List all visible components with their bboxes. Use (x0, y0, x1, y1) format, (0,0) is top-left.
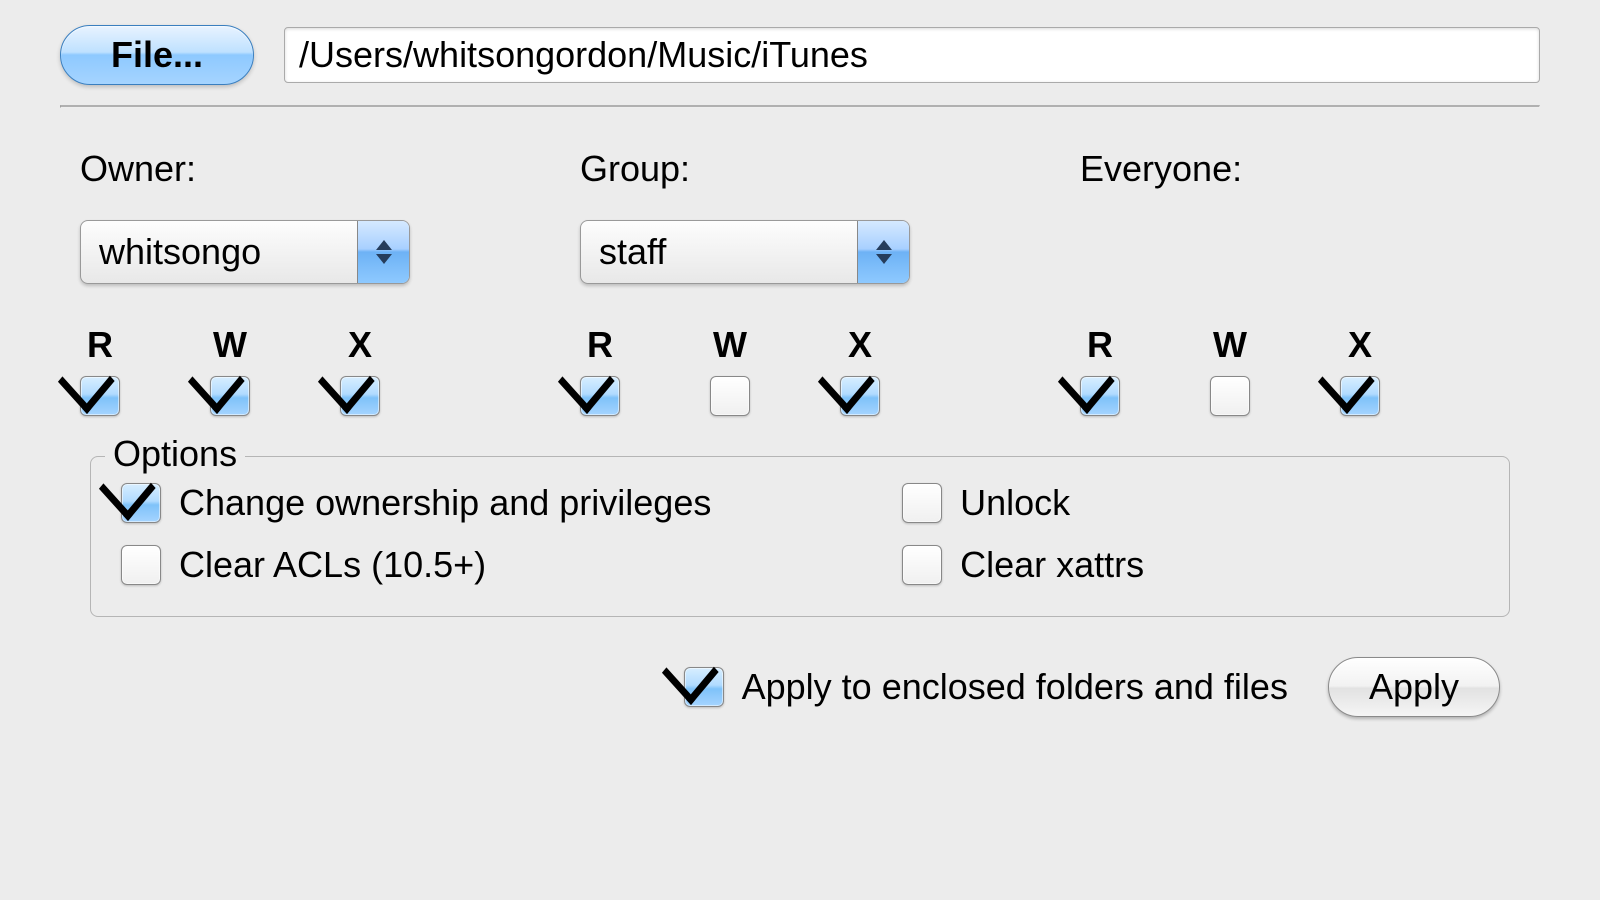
everyone-w-label: W (1213, 324, 1247, 366)
owner-column: Owner: whitsongo R W X (80, 148, 520, 416)
change-ownership-checkbox[interactable] (121, 483, 161, 523)
file-button[interactable]: File... (60, 25, 254, 85)
updown-arrows-icon (857, 221, 909, 283)
group-w-label: W (713, 324, 747, 366)
owner-w-checkbox[interactable] (210, 376, 250, 416)
everyone-placeholder (1080, 220, 1520, 284)
group-selected: staff (581, 223, 684, 281)
group-w-checkbox[interactable] (710, 376, 750, 416)
owner-selected: whitsongo (81, 223, 279, 281)
divider (60, 105, 1540, 108)
group-label: Group: (580, 148, 1020, 190)
owner-popup[interactable]: whitsongo (80, 220, 410, 284)
everyone-column: Everyone: R W X (1080, 148, 1520, 416)
clear-acls-checkbox[interactable] (121, 545, 161, 585)
clear-xattrs-label: Clear xattrs (960, 544, 1144, 586)
path-field[interactable] (284, 27, 1540, 83)
owner-x-checkbox[interactable] (340, 376, 380, 416)
owner-label: Owner: (80, 148, 520, 190)
everyone-label: Everyone: (1080, 148, 1520, 190)
clear-acls-label: Clear ACLs (10.5+) (179, 544, 486, 586)
apply-enclosed-label: Apply to enclosed folders and files (742, 666, 1288, 708)
clear-xattrs-checkbox[interactable] (902, 545, 942, 585)
unlock-label: Unlock (960, 482, 1070, 524)
owner-r-checkbox[interactable] (80, 376, 120, 416)
unlock-checkbox[interactable] (902, 483, 942, 523)
group-column: Group: staff R W X (580, 148, 1020, 416)
group-r-checkbox[interactable] (580, 376, 620, 416)
everyone-w-checkbox[interactable] (1210, 376, 1250, 416)
apply-button[interactable]: Apply (1328, 657, 1500, 717)
apply-enclosed-checkbox[interactable] (684, 667, 724, 707)
group-x-checkbox[interactable] (840, 376, 880, 416)
everyone-r-checkbox[interactable] (1080, 376, 1120, 416)
options-group: Options Change ownership and privileges … (90, 456, 1510, 617)
everyone-x-checkbox[interactable] (1340, 376, 1380, 416)
change-ownership-label: Change ownership and privileges (179, 482, 711, 524)
updown-arrows-icon (357, 221, 409, 283)
group-popup[interactable]: staff (580, 220, 910, 284)
